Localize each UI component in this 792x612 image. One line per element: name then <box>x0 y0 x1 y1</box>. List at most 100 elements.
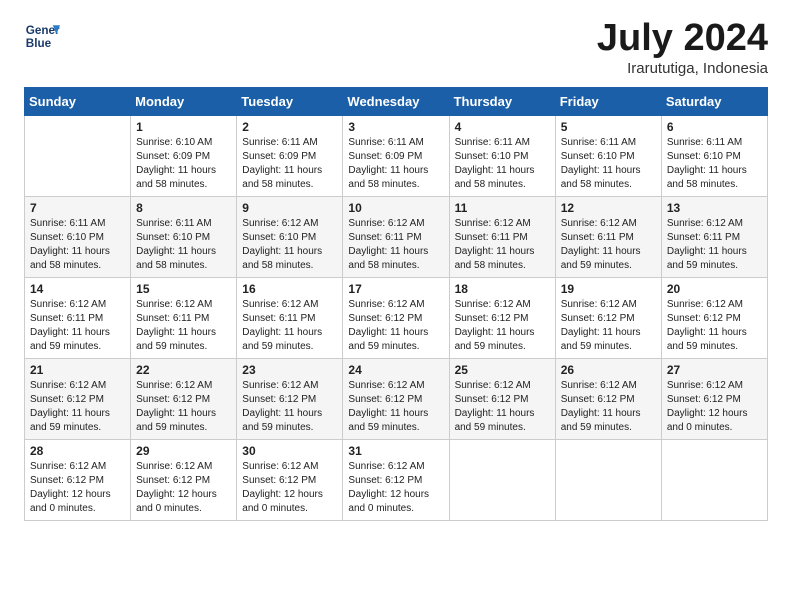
calendar-cell: 21 Sunrise: 6:12 AM Sunset: 6:12 PM Dayli… <box>25 358 131 439</box>
day-number: 28 <box>30 444 125 458</box>
title-block: July 2024 Irarututiga, Indonesia <box>597 18 768 77</box>
svg-text:Blue: Blue <box>26 37 52 50</box>
day-number: 2 <box>242 120 337 134</box>
weekday-header-thursday: Thursday <box>449 87 555 115</box>
calendar-cell: 16 Sunrise: 6:12 AM Sunset: 6:11 PM Dayli… <box>237 277 343 358</box>
day-number: 29 <box>136 444 231 458</box>
cell-info: Sunrise: 6:12 AM Sunset: 6:11 PM Dayligh… <box>667 217 762 273</box>
weekday-header-tuesday: Tuesday <box>237 87 343 115</box>
day-number: 31 <box>348 444 443 458</box>
cell-info: Sunrise: 6:12 AM Sunset: 6:12 PM Dayligh… <box>455 379 550 435</box>
day-number: 22 <box>136 363 231 377</box>
logo-icon: General Blue <box>24 18 60 54</box>
calendar-cell: 6 Sunrise: 6:11 AM Sunset: 6:10 PM Daylig… <box>661 115 767 196</box>
cell-info: Sunrise: 6:12 AM Sunset: 6:11 PM Dayligh… <box>242 298 337 354</box>
cell-info: Sunrise: 6:12 AM Sunset: 6:11 PM Dayligh… <box>561 217 656 273</box>
cell-info: Sunrise: 6:12 AM Sunset: 6:11 PM Dayligh… <box>348 217 443 273</box>
cell-info: Sunrise: 6:12 AM Sunset: 6:12 PM Dayligh… <box>348 298 443 354</box>
cell-info: Sunrise: 6:12 AM Sunset: 6:12 PM Dayligh… <box>242 460 337 516</box>
calendar-cell: 11 Sunrise: 6:12 AM Sunset: 6:11 PM Dayli… <box>449 196 555 277</box>
calendar-week-row: 21 Sunrise: 6:12 AM Sunset: 6:12 PM Dayli… <box>25 358 768 439</box>
day-number: 4 <box>455 120 550 134</box>
logo: General Blue <box>24 18 60 54</box>
day-number: 20 <box>667 282 762 296</box>
calendar-cell: 29 Sunrise: 6:12 AM Sunset: 6:12 PM Dayli… <box>131 439 237 520</box>
day-number: 6 <box>667 120 762 134</box>
calendar-cell <box>661 439 767 520</box>
cell-info: Sunrise: 6:11 AM Sunset: 6:10 PM Dayligh… <box>30 217 125 273</box>
cell-info: Sunrise: 6:12 AM Sunset: 6:12 PM Dayligh… <box>455 298 550 354</box>
cell-info: Sunrise: 6:11 AM Sunset: 6:09 PM Dayligh… <box>348 136 443 192</box>
day-number: 19 <box>561 282 656 296</box>
weekday-header-wednesday: Wednesday <box>343 87 449 115</box>
calendar-cell: 12Sunrise: 6:12 AM Sunset: 6:11 PM Dayli… <box>555 196 661 277</box>
cell-info: Sunrise: 6:10 AM Sunset: 6:09 PM Dayligh… <box>136 136 231 192</box>
cell-info: Sunrise: 6:12 AM Sunset: 6:12 PM Dayligh… <box>242 379 337 435</box>
cell-info: Sunrise: 6:12 AM Sunset: 6:11 PM Dayligh… <box>455 217 550 273</box>
cell-info: Sunrise: 6:12 AM Sunset: 6:12 PM Dayligh… <box>136 460 231 516</box>
cell-info: Sunrise: 6:12 AM Sunset: 6:12 PM Dayligh… <box>561 298 656 354</box>
calendar-cell: 28 Sunrise: 6:12 AM Sunset: 6:12 PM Dayli… <box>25 439 131 520</box>
calendar-cell: 2 Sunrise: 6:11 AM Sunset: 6:09 PM Daylig… <box>237 115 343 196</box>
day-number: 13 <box>667 201 762 215</box>
calendar-page: General Blue July 2024 Irarututiga, Indo… <box>0 0 792 612</box>
weekday-header-monday: Monday <box>131 87 237 115</box>
calendar-cell: 3 Sunrise: 6:11 AM Sunset: 6:09 PM Daylig… <box>343 115 449 196</box>
calendar-cell: 22Sunrise: 6:12 AM Sunset: 6:12 PM Dayli… <box>131 358 237 439</box>
calendar-cell: 20 Sunrise: 6:12 AM Sunset: 6:12 PM Dayli… <box>661 277 767 358</box>
calendar-cell: 1 Sunrise: 6:10 AM Sunset: 6:09 PM Daylig… <box>131 115 237 196</box>
day-number: 11 <box>455 201 550 215</box>
calendar-cell <box>25 115 131 196</box>
day-number: 26 <box>561 363 656 377</box>
day-number: 21 <box>30 363 125 377</box>
cell-info: Sunrise: 6:12 AM Sunset: 6:11 PM Dayligh… <box>30 298 125 354</box>
calendar-cell: 8 Sunrise: 6:11 AM Sunset: 6:10 PM Daylig… <box>131 196 237 277</box>
header: General Blue July 2024 Irarututiga, Indo… <box>24 18 768 77</box>
cell-info: Sunrise: 6:11 AM Sunset: 6:10 PM Dayligh… <box>667 136 762 192</box>
cell-info: Sunrise: 6:12 AM Sunset: 6:12 PM Dayligh… <box>30 460 125 516</box>
calendar-cell: 9 Sunrise: 6:12 AM Sunset: 6:10 PM Daylig… <box>237 196 343 277</box>
day-number: 3 <box>348 120 443 134</box>
day-number: 7 <box>30 201 125 215</box>
weekday-header-saturday: Saturday <box>661 87 767 115</box>
calendar-cell: 4 Sunrise: 6:11 AM Sunset: 6:10 PM Daylig… <box>449 115 555 196</box>
calendar-cell: 30 Sunrise: 6:12 AM Sunset: 6:12 PM Dayli… <box>237 439 343 520</box>
day-number: 15 <box>136 282 231 296</box>
calendar-cell <box>555 439 661 520</box>
calendar-week-row: 1 Sunrise: 6:10 AM Sunset: 6:09 PM Daylig… <box>25 115 768 196</box>
calendar-cell: 26Sunrise: 6:12 AM Sunset: 6:12 PM Dayli… <box>555 358 661 439</box>
calendar-cell: 17Sunrise: 6:12 AM Sunset: 6:12 PM Dayli… <box>343 277 449 358</box>
day-number: 30 <box>242 444 337 458</box>
day-number: 14 <box>30 282 125 296</box>
month-title: July 2024 <box>597 18 768 60</box>
calendar-cell: 27Sunrise: 6:12 AM Sunset: 6:12 PM Dayli… <box>661 358 767 439</box>
cell-info: Sunrise: 6:11 AM Sunset: 6:10 PM Dayligh… <box>455 136 550 192</box>
calendar-cell: 19 Sunrise: 6:12 AM Sunset: 6:12 PM Dayli… <box>555 277 661 358</box>
calendar-cell: 23 Sunrise: 6:12 AM Sunset: 6:12 PM Dayli… <box>237 358 343 439</box>
cell-info: Sunrise: 6:12 AM Sunset: 6:11 PM Dayligh… <box>136 298 231 354</box>
day-number: 9 <box>242 201 337 215</box>
cell-info: Sunrise: 6:12 AM Sunset: 6:12 PM Dayligh… <box>667 298 762 354</box>
day-number: 1 <box>136 120 231 134</box>
calendar-cell: 18Sunrise: 6:12 AM Sunset: 6:12 PM Dayli… <box>449 277 555 358</box>
cell-info: Sunrise: 6:12 AM Sunset: 6:12 PM Dayligh… <box>348 460 443 516</box>
calendar-week-row: 7 Sunrise: 6:11 AM Sunset: 6:10 PM Daylig… <box>25 196 768 277</box>
calendar-week-row: 28 Sunrise: 6:12 AM Sunset: 6:12 PM Dayli… <box>25 439 768 520</box>
cell-info: Sunrise: 6:11 AM Sunset: 6:09 PM Dayligh… <box>242 136 337 192</box>
calendar-week-row: 14 Sunrise: 6:12 AM Sunset: 6:11 PM Dayli… <box>25 277 768 358</box>
calendar-table: SundayMondayTuesdayWednesdayThursdayFrid… <box>24 87 768 521</box>
day-number: 23 <box>242 363 337 377</box>
cell-info: Sunrise: 6:12 AM Sunset: 6:10 PM Dayligh… <box>242 217 337 273</box>
day-number: 27 <box>667 363 762 377</box>
calendar-cell <box>449 439 555 520</box>
day-number: 16 <box>242 282 337 296</box>
calendar-cell: 25Sunrise: 6:12 AM Sunset: 6:12 PM Dayli… <box>449 358 555 439</box>
calendar-cell: 24Sunrise: 6:12 AM Sunset: 6:12 PM Dayli… <box>343 358 449 439</box>
calendar-cell: 10 Sunrise: 6:12 AM Sunset: 6:11 PM Dayli… <box>343 196 449 277</box>
cell-info: Sunrise: 6:11 AM Sunset: 6:10 PM Dayligh… <box>136 217 231 273</box>
day-number: 8 <box>136 201 231 215</box>
day-number: 10 <box>348 201 443 215</box>
weekday-header-friday: Friday <box>555 87 661 115</box>
cell-info: Sunrise: 6:12 AM Sunset: 6:12 PM Dayligh… <box>30 379 125 435</box>
calendar-cell: 13 Sunrise: 6:12 AM Sunset: 6:11 PM Dayli… <box>661 196 767 277</box>
